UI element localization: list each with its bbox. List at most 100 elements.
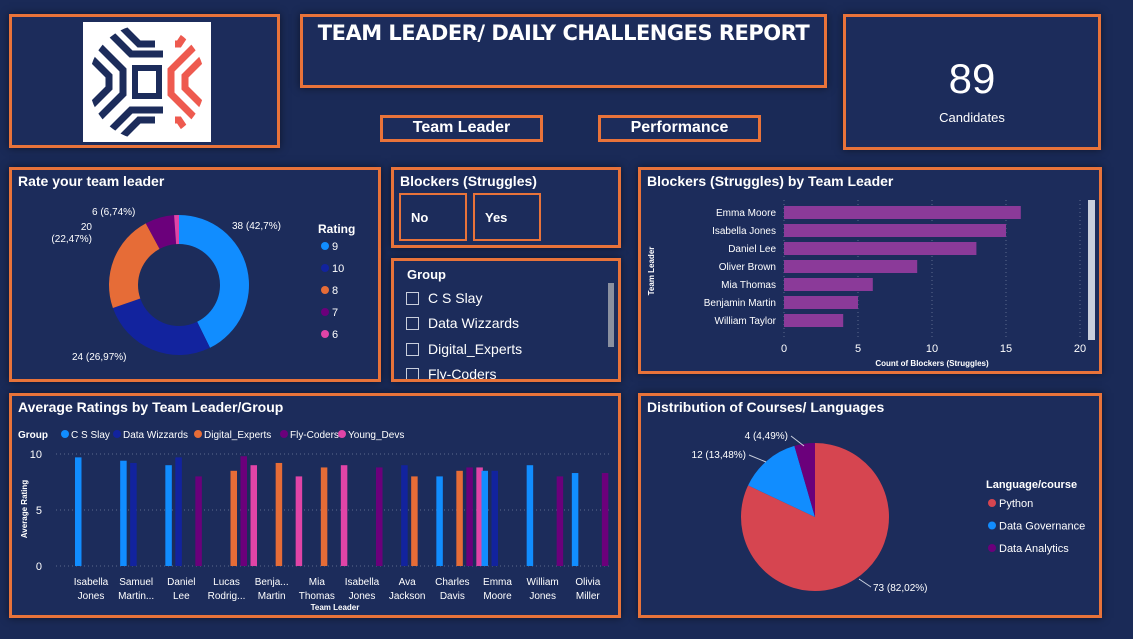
group-legend-item[interactable]: Young_Devs: [348, 430, 404, 441]
rating-bar-data-wizzards[interactable]: [175, 457, 182, 566]
blockers-slicer: Blockers (Struggles) No Yes: [391, 167, 621, 248]
x-tick-label: 15: [1000, 343, 1012, 355]
donut-slice-10[interactable]: [112, 298, 211, 355]
blocker-bar[interactable]: [784, 296, 858, 309]
report-title: TEAM LEADER/ DAILY CHALLENGES REPORT: [317, 21, 810, 45]
rating-bar-data-wizzards[interactable]: [130, 462, 137, 566]
rating-donut-chart: 38 (42,7%) 24 (26,97%) 20 (22,47%)6 (6,74%)…: [51, 207, 355, 363]
rating-bar-data-wizzards[interactable]: [491, 470, 499, 566]
rating-legend-item[interactable]: 10: [332, 263, 344, 275]
blockers-slicer-title: Blockers (Struggles): [400, 173, 537, 189]
rating-bar-digital-experts[interactable]: [320, 467, 328, 566]
rating-bar-digital-experts[interactable]: [230, 470, 238, 566]
checkbox-icon[interactable]: [406, 291, 419, 305]
group-legend-item[interactable]: Data Wizzards: [123, 430, 188, 441]
report-title-panel: TEAM LEADER/ DAILY CHALLENGES REPORT: [300, 14, 827, 88]
rating-legend-item[interactable]: 8: [332, 285, 338, 297]
x-tick-label: 5: [855, 343, 861, 355]
y-category-label: Benjamin Martin: [704, 298, 776, 309]
blockers-scrollbar[interactable]: [1088, 200, 1095, 340]
candidates-card: 89 Candidates: [843, 14, 1101, 150]
x-category-label: Miller: [576, 591, 601, 602]
legend-dot-icon: [321, 242, 329, 250]
group-legend-item[interactable]: Fly-Coders: [290, 430, 339, 441]
group-scrollbar[interactable]: [608, 283, 614, 347]
rating-bar-young-devs[interactable]: [340, 465, 348, 566]
course-legend-item[interactable]: Python: [999, 498, 1033, 510]
checkbox-icon[interactable]: [406, 316, 419, 330]
rating-bar-data-wizzards[interactable]: [401, 465, 408, 566]
rating-bar-c-s-slay[interactable]: [165, 465, 172, 566]
blocker-bar[interactable]: [784, 278, 873, 291]
x-category-label: Olivia: [575, 577, 600, 588]
rating-bar-young-devs[interactable]: [250, 465, 258, 566]
rating-legend-item[interactable]: 9: [332, 241, 338, 253]
blocker-bar[interactable]: [784, 314, 844, 327]
x-category-label: Moore: [483, 591, 512, 602]
rating-bar-young-devs[interactable]: [295, 476, 303, 566]
group-item-fly-coders[interactable]: Fly-Coders: [406, 366, 496, 379]
y-category-label: Isabella Jones: [712, 226, 776, 237]
legend-dot-icon: [321, 330, 329, 338]
legend-dot-icon: [988, 521, 996, 530]
rating-legend-item[interactable]: 7: [332, 307, 338, 319]
x-category-label: Davis: [440, 591, 465, 602]
nav-performance-button[interactable]: Performance: [598, 115, 761, 142]
donut-slice-8[interactable]: [108, 223, 160, 309]
rating-bar-c-s-slay[interactable]: [75, 457, 82, 566]
x-category-label: Jones: [529, 591, 556, 602]
group-legend-item[interactable]: C S Slay: [71, 430, 110, 441]
rating-bar-fly-coders[interactable]: [240, 456, 248, 566]
x-category-label: Jones: [349, 591, 376, 602]
checkbox-icon[interactable]: [406, 367, 419, 379]
x-category-label: Isabella: [74, 577, 109, 588]
rating-donut-panel: Rate your team leader 38 (42,7%) 24 (26,9…: [9, 167, 381, 382]
blockers-bar-panel: Blockers (Struggles) by Team Leader 0 5 10…: [638, 167, 1102, 374]
courses-pie-panel: Distribution of Courses/ Languages 73 (8…: [638, 393, 1102, 618]
y-category-label: Emma Moore: [716, 208, 776, 219]
course-legend-item[interactable]: Data Analytics: [999, 543, 1069, 555]
x-category-label: Jackson: [389, 591, 426, 602]
rating-legend-item[interactable]: 6: [332, 329, 338, 341]
course-legend-item[interactable]: Data Governance: [999, 521, 1085, 533]
rating-bar-fly-coders[interactable]: [376, 467, 383, 566]
rating-bar-digital-experts[interactable]: [275, 462, 283, 566]
avg-ratings-panel: Average Ratings by Team Leader/Group Gro…: [9, 393, 621, 618]
x-category-label: Charles: [435, 577, 469, 588]
blocker-bar[interactable]: [784, 206, 1021, 219]
x-tick-label: 0: [781, 343, 787, 355]
rating-bar-fly-coders[interactable]: [195, 476, 202, 566]
x-category-label: Isabella: [345, 577, 380, 588]
leader-line: [858, 578, 872, 588]
y-axis-title: Team Leader: [647, 247, 656, 296]
x-category-label: Rodrig...: [208, 591, 246, 602]
blocker-bar[interactable]: [784, 224, 1006, 237]
rating-bar-c-s-slay[interactable]: [436, 476, 443, 566]
group-item-cs-slay[interactable]: C S Slay: [406, 290, 482, 306]
courses-pie-chart: 73 (82,02%) 12 (13,48%) 4 (4,49%) Language/…: [692, 431, 1086, 594]
nav-team-leader-button[interactable]: Team Leader: [380, 115, 543, 142]
rating-bar-c-s-slay[interactable]: [481, 470, 489, 566]
group-item-data-wizzards[interactable]: Data Wizzards: [406, 315, 519, 331]
blockers-no-button[interactable]: No: [399, 193, 467, 241]
group-item-digital-experts[interactable]: Digital_Experts: [406, 341, 522, 357]
blockers-yes-button[interactable]: Yes: [473, 193, 541, 241]
checkbox-icon[interactable]: [406, 342, 419, 356]
legend-dot-icon: [988, 499, 996, 507]
rating-bar-c-s-slay[interactable]: [120, 460, 127, 566]
blocker-bar[interactable]: [784, 260, 918, 273]
rating-bar-c-s-slay[interactable]: [526, 465, 534, 566]
pie-data-label: 4 (4,49%): [745, 431, 788, 442]
x-category-label: Thomas: [299, 591, 335, 602]
rating-bar-fly-coders[interactable]: [601, 473, 609, 566]
rating-bar-c-s-slay[interactable]: [571, 473, 579, 566]
x-category-label: Martin: [258, 591, 286, 602]
group-legend-item[interactable]: Digital_Experts: [204, 430, 271, 441]
rating-bar-digital-experts[interactable]: [456, 470, 463, 566]
blocker-bar[interactable]: [784, 242, 977, 255]
x-category-label: Daniel: [167, 577, 195, 588]
rating-bar-fly-coders[interactable]: [466, 467, 473, 566]
rating-bar-digital-experts[interactable]: [411, 476, 418, 566]
rating-bar-fly-coders[interactable]: [556, 476, 564, 566]
y-category-label: Daniel Lee: [728, 244, 776, 255]
